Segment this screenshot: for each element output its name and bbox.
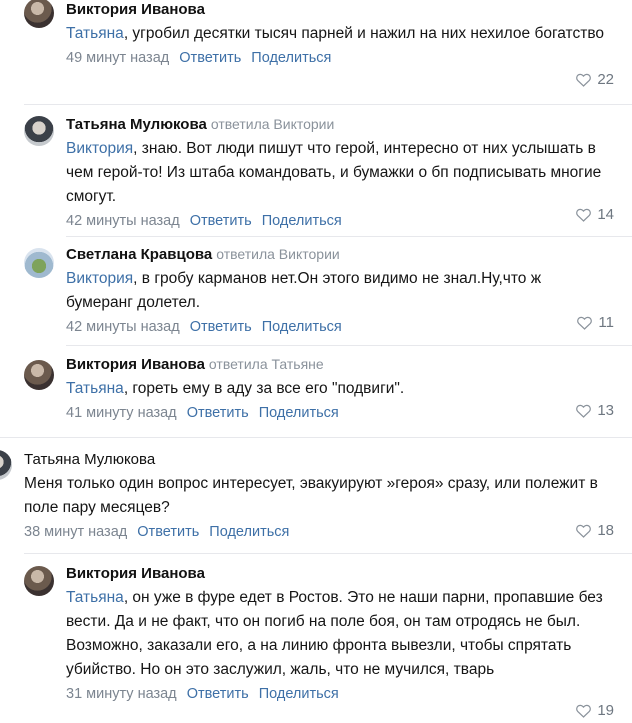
like-button[interactable]: 13 xyxy=(575,402,614,419)
avatar[interactable] xyxy=(24,248,54,278)
comment-text: Татьяна, угробил десятки тысяч парней и … xyxy=(66,25,604,42)
reply-button[interactable]: Ответить xyxy=(179,50,241,66)
mention-link[interactable]: Виктория xyxy=(66,140,133,157)
avatar[interactable] xyxy=(24,116,54,146)
comment: Виктория Иванова Татьяна, угробил десятк… xyxy=(0,0,632,100)
reply-button[interactable]: Ответить xyxy=(190,319,252,335)
comment-time[interactable]: 41 минуту назад xyxy=(66,405,177,421)
share-button[interactable]: Поделиться xyxy=(209,524,289,540)
comment-time[interactable]: 49 минут назад xyxy=(66,50,169,66)
reply-to-label[interactable]: ответила Виктории xyxy=(211,116,334,132)
mention-link[interactable]: Татьяна xyxy=(66,380,124,397)
like-button[interactable]: 18 xyxy=(575,522,614,539)
like-button[interactable]: 22 xyxy=(575,71,614,88)
reply-button[interactable]: Ответить xyxy=(187,686,249,702)
avatar[interactable] xyxy=(24,0,54,28)
reply-to-label[interactable]: ответила Татьяне xyxy=(209,356,324,372)
like-button[interactable]: 11 xyxy=(576,314,614,331)
comment-author[interactable]: Светлана Кравцова xyxy=(66,246,212,263)
share-button[interactable]: Поделиться xyxy=(262,319,342,335)
divider xyxy=(0,437,632,438)
like-button[interactable]: 14 xyxy=(575,206,614,223)
comment-text: Татьяна, гореть ему в аду за все его "по… xyxy=(66,380,405,397)
share-button[interactable]: Поделиться xyxy=(262,213,342,229)
heart-icon xyxy=(576,404,592,418)
comment-time[interactable]: 42 минуты назад xyxy=(66,319,180,335)
comment-author[interactable]: Татьяна Мулюкова xyxy=(24,451,155,468)
comment-text: Виктория, в гробу карманов нет.Он этого … xyxy=(66,270,542,311)
like-count: 18 xyxy=(597,522,614,539)
like-count: 13 xyxy=(597,402,614,419)
share-button[interactable]: Поделиться xyxy=(251,50,331,66)
mention-link[interactable]: Татьяна xyxy=(66,25,124,42)
reply-button[interactable]: Ответить xyxy=(190,213,252,229)
avatar[interactable] xyxy=(24,360,54,390)
comment-time[interactable]: 42 минуты назад xyxy=(66,213,180,229)
divider xyxy=(24,104,632,105)
share-button[interactable]: Поделиться xyxy=(259,686,339,702)
divider xyxy=(66,236,632,237)
avatar[interactable] xyxy=(0,450,12,480)
comment-time[interactable]: 31 минуту назад xyxy=(66,686,177,702)
mention-link[interactable]: Виктория xyxy=(66,270,133,287)
like-button[interactable]: 19 xyxy=(575,702,614,719)
comment-author[interactable]: Виктория Иванова xyxy=(66,356,205,373)
heart-icon xyxy=(576,524,592,538)
mention-link[interactable]: Татьяна xyxy=(66,589,124,606)
like-count: 11 xyxy=(598,314,614,331)
comment-text: Виктория, знаю. Вот люди пишут что герой… xyxy=(66,140,602,205)
heart-icon xyxy=(577,316,593,330)
comment-time[interactable]: 38 минут назад xyxy=(24,524,127,540)
divider xyxy=(24,553,632,554)
comment-text: Татьяна, он уже в фуре едет в Ростов. Эт… xyxy=(66,589,603,678)
share-button[interactable]: Поделиться xyxy=(259,405,339,421)
comment-author[interactable]: Татьяна Мулюкова xyxy=(66,116,207,133)
comment-author[interactable]: Виктория Иванова xyxy=(66,565,205,582)
comment-author[interactable]: Виктория Иванова xyxy=(66,1,205,18)
like-count: 14 xyxy=(597,206,614,223)
heart-icon xyxy=(576,208,592,222)
reply-button[interactable]: Ответить xyxy=(137,524,199,540)
avatar[interactable] xyxy=(24,566,54,596)
comment-text: Меня только один вопрос интересует, эвак… xyxy=(24,475,598,516)
like-count: 22 xyxy=(597,71,614,88)
reply-to-label[interactable]: ответила Виктории xyxy=(216,246,339,262)
divider xyxy=(66,345,632,346)
like-count: 19 xyxy=(597,702,614,719)
heart-icon xyxy=(576,704,592,718)
heart-icon xyxy=(576,73,592,87)
reply-button[interactable]: Ответить xyxy=(187,405,249,421)
